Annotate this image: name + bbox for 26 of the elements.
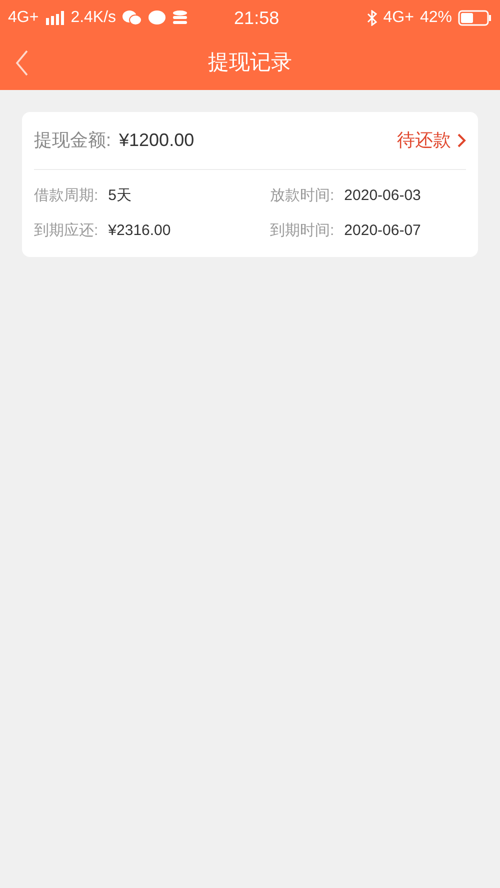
- record-card[interactable]: 提现金额: ¥1200.00 待还款 借款周期: 5天 放款时间: 2020-06-03 到期应还: ¥2316.00 到期时间: 2020-06-07: [22, 112, 478, 257]
- chat-bubble-icon: [148, 10, 166, 26]
- page-title: 提现记录: [208, 50, 292, 76]
- signal-icon: [44, 11, 65, 25]
- amount-label: 提现金额:: [34, 129, 112, 152]
- battery-icon: [458, 10, 492, 26]
- detail-value: 2020-06-03: [344, 186, 421, 206]
- chat-bubbles-icon: [122, 10, 142, 26]
- detail-label: 到期应还:: [34, 220, 98, 240]
- detail-value: 2020-06-07: [344, 220, 421, 240]
- amount-value: ¥1200.00: [119, 129, 194, 152]
- network-text: 4G+: [8, 8, 39, 28]
- clock-text: 21:58: [234, 6, 280, 30]
- status-text: 待还款: [397, 129, 451, 152]
- battery-text: 42%: [420, 8, 452, 28]
- detail-value: ¥2316.00: [108, 220, 171, 240]
- detail-label: 放款时间:: [270, 186, 334, 206]
- chevron-right-icon: [457, 133, 466, 148]
- detail-label: 借款周期:: [34, 186, 98, 206]
- bluetooth-icon: [367, 10, 378, 26]
- detail-label: 到期时间:: [270, 220, 334, 240]
- detail-value: 5天: [108, 186, 132, 206]
- speed-text: 2.4K/s: [70, 8, 116, 28]
- database-icon: [172, 10, 188, 26]
- back-icon: [15, 49, 29, 77]
- network-text: 4G+: [383, 8, 414, 28]
